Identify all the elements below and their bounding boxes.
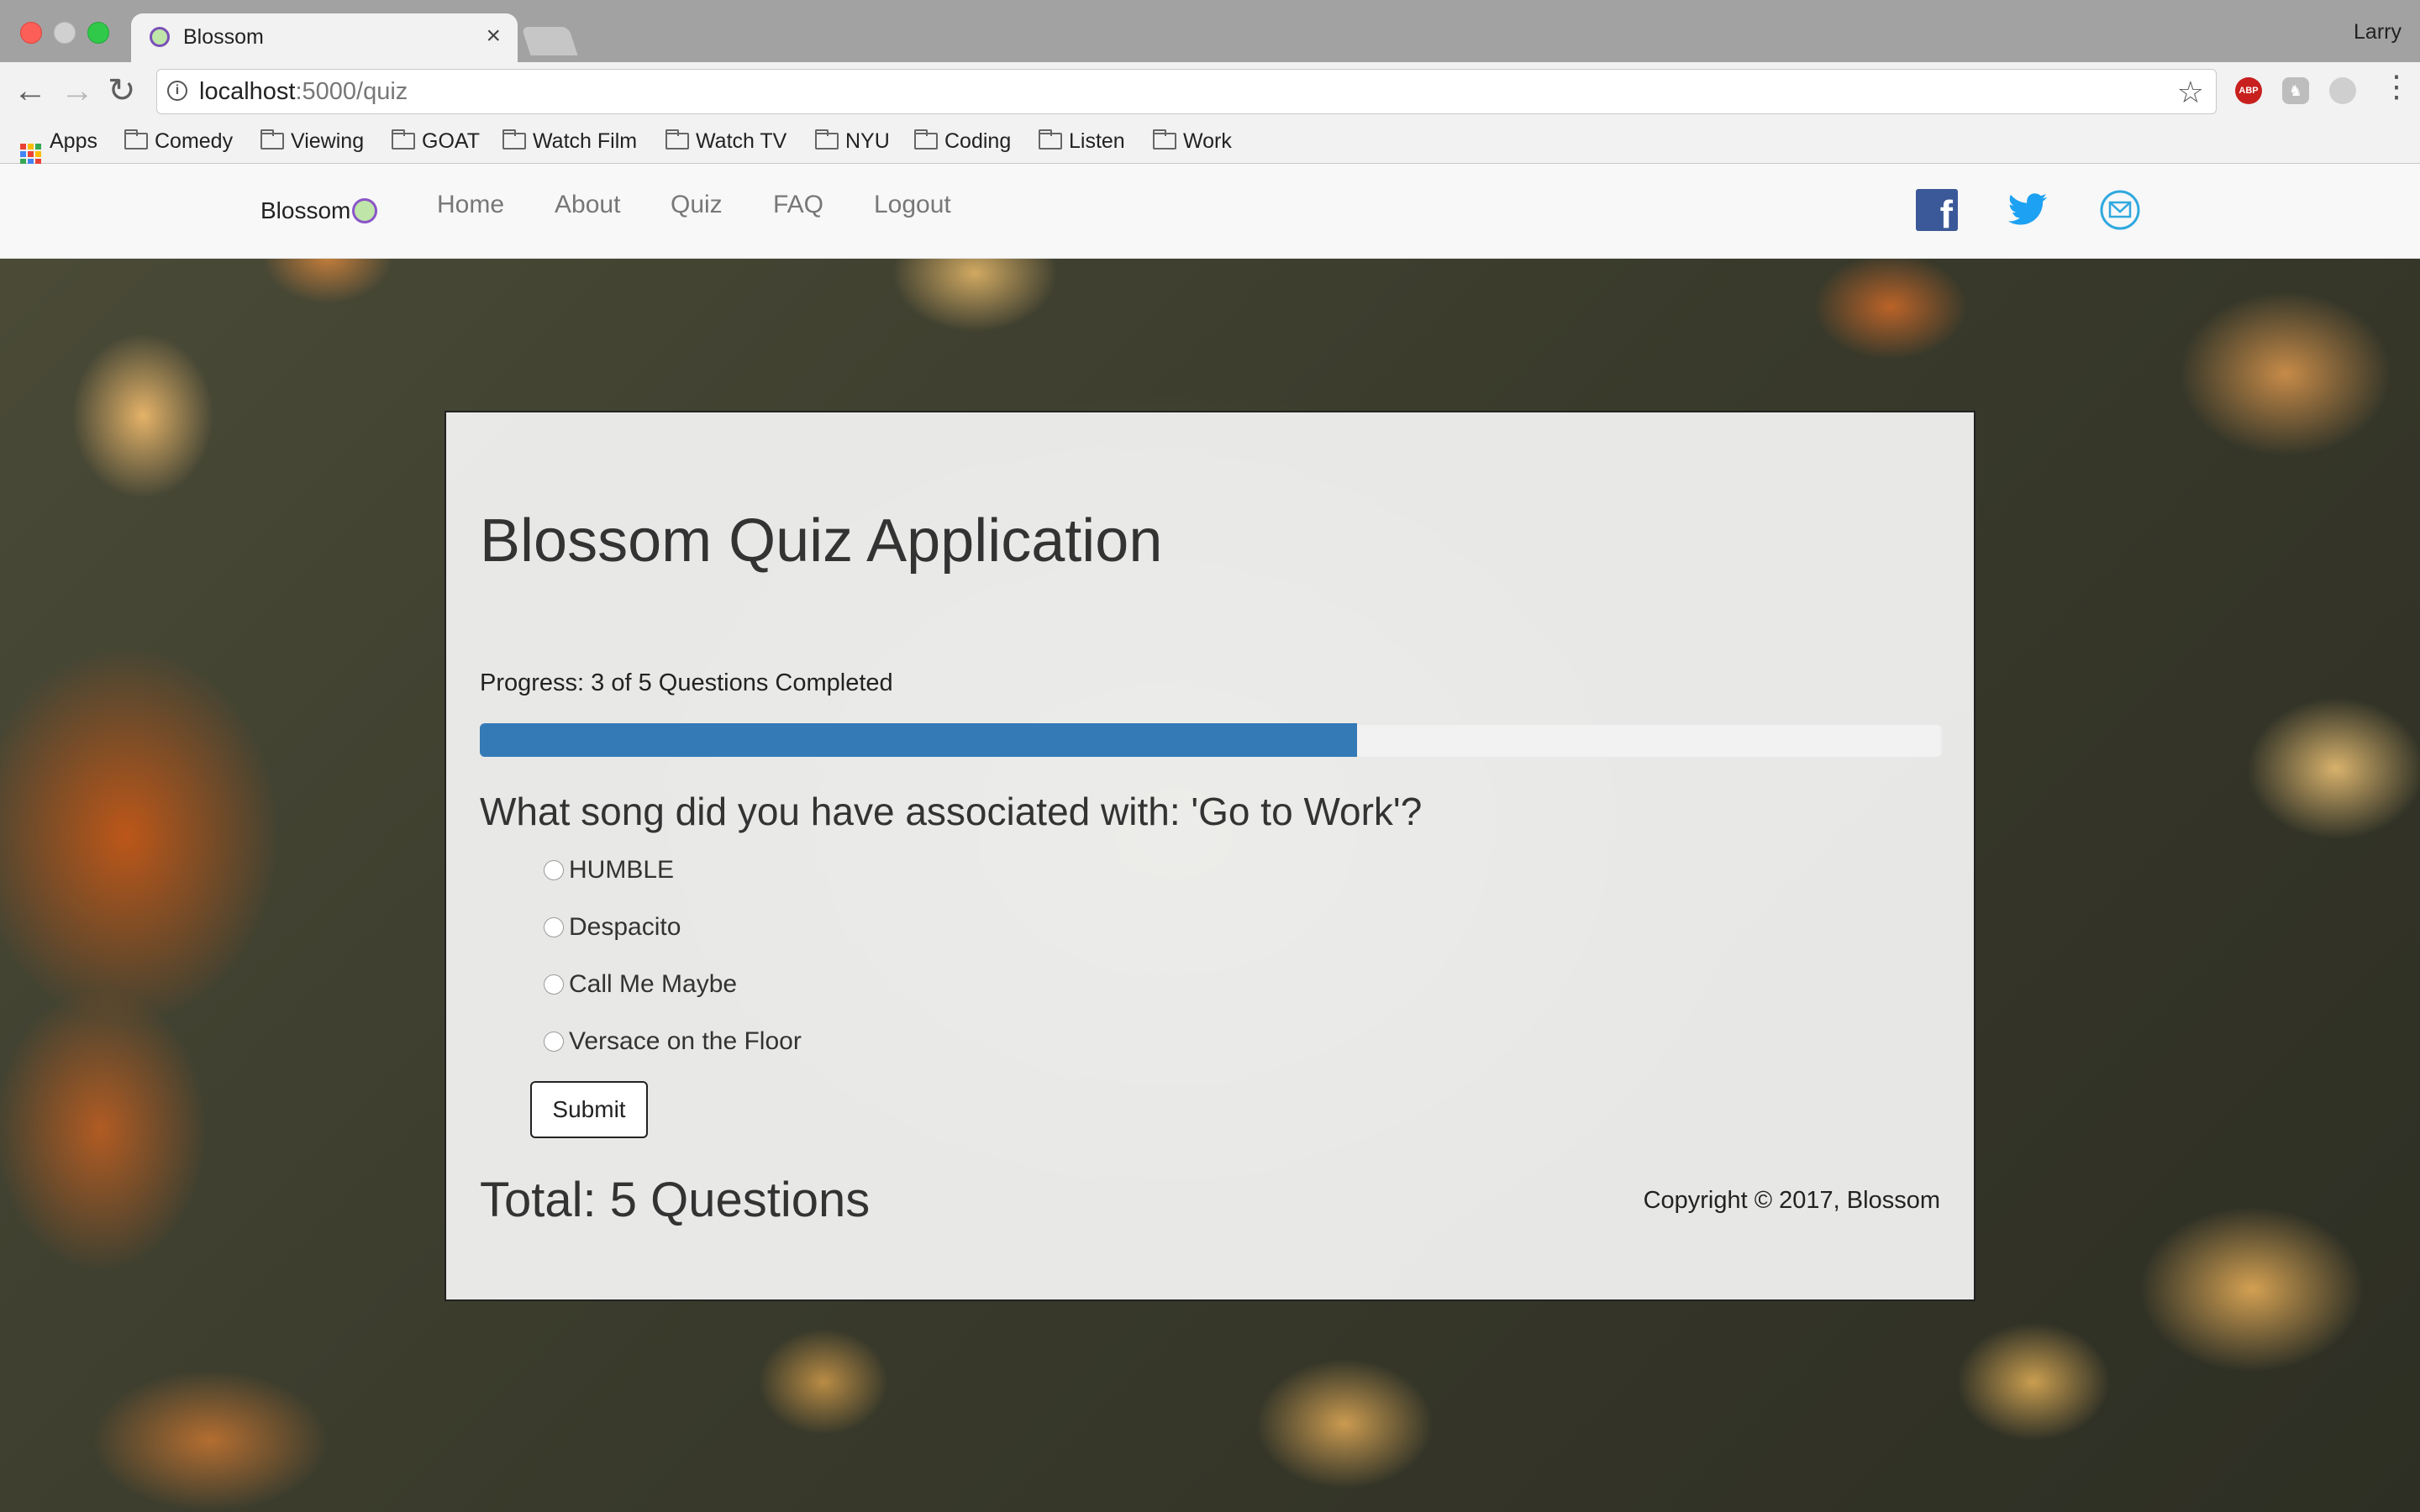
nav-faq[interactable]: FAQ [773,191,823,219]
reload-icon[interactable]: ↻ [108,74,136,108]
radio-button[interactable] [544,860,564,880]
radio-button[interactable] [544,917,564,937]
bookmark-label: Coding [944,129,1012,153]
total-questions: Total: 5 Questions [480,1173,871,1227]
url-text[interactable]: localhost:5000/quiz [199,78,408,106]
tab-title: Blossom [183,25,264,49]
folder-icon [666,129,689,150]
radio-button[interactable] [544,974,564,995]
bookmark-nyu[interactable]: NYU [815,129,890,158]
bookmarks-bar: Apps Comedy Viewing GOAT Watch Film Watc… [0,124,2420,165]
email-icon[interactable] [2099,189,2141,231]
react-extension-icon[interactable] [2329,77,2356,104]
folder-icon [815,129,839,150]
option-versace-on-the-floor[interactable]: Versace on the Floor [544,1027,802,1084]
browser-tabstrip: Blossom × Larry [0,0,2420,62]
progress-bar-fill [480,723,1357,757]
bookmark-label: Comedy [155,129,234,153]
folder-icon [124,129,148,150]
copyright-text: Copyright © 2017, Blossom [1643,1187,1940,1214]
extension-icon[interactable]: ♞ [2282,77,2309,104]
bookmark-label: Viewing [291,129,365,153]
browser-tab-active[interactable]: Blossom × [131,13,518,62]
adblock-extension-icon[interactable]: ABP [2235,77,2262,104]
close-window-button[interactable] [20,22,42,44]
profile-name[interactable]: Larry [2354,20,2402,45]
page-viewport: Blossom Home About Quiz FAQ Logout f Blo… [0,164,2420,1512]
info-icon[interactable]: i [167,81,187,101]
bookmark-watch-film[interactable]: Watch Film [502,129,637,158]
blossom-logo-icon [352,198,378,223]
facebook-icon[interactable]: f [1916,189,1958,231]
folder-icon [914,129,938,150]
option-call-me-maybe[interactable]: Call Me Maybe [544,970,802,1027]
minimize-window-button[interactable] [54,22,76,44]
site-navbar: Blossom Home About Quiz FAQ Logout f [0,164,2420,259]
nav-about[interactable]: About [555,191,620,219]
bookmark-label: Apps [50,129,97,153]
bookmark-viewing[interactable]: Viewing [260,129,364,158]
bookmark-goat[interactable]: GOAT [392,129,480,158]
option-label: HUMBLE [569,856,675,884]
tab-close-icon[interactable]: × [486,22,501,50]
bookmark-watch-tv[interactable]: Watch TV [666,129,786,158]
brand-link[interactable]: Blossom [260,197,378,224]
bookmark-label: NYU [845,129,890,153]
bookmark-label: Listen [1069,129,1125,153]
quiz-card: Blossom Quiz Application Progress: 3 of … [445,411,1975,1301]
option-humble[interactable]: HUMBLE [544,856,802,913]
bookmark-comedy[interactable]: Comedy [124,129,233,158]
option-label: Despacito [569,913,681,941]
bookmark-work[interactable]: Work [1153,129,1232,158]
twitter-icon[interactable] [2007,189,2049,231]
blossom-favicon-icon [150,27,170,47]
folder-icon [1153,129,1176,150]
bookmark-label: GOAT [422,129,480,153]
bookmark-label: Watch Film [533,129,638,153]
folder-icon [502,129,526,150]
folder-icon [260,129,284,150]
progress-bar [480,723,1942,757]
kebab-menu-icon[interactable]: ⋮ [2381,69,2412,104]
nav-home[interactable]: Home [437,191,504,219]
star-icon[interactable]: ☆ [2177,75,2204,110]
brand-name: Blossom [260,197,351,223]
arrow-right-icon[interactable]: → [60,74,94,108]
folder-icon [392,129,415,150]
answer-options: HUMBLE Despacito Call Me Maybe Versace o… [544,856,802,1084]
new-tab-button[interactable] [521,27,578,55]
bookmark-listen[interactable]: Listen [1039,129,1125,158]
bookmark-label: Work [1183,129,1232,153]
maximize-window-button[interactable] [87,22,109,44]
submit-button[interactable]: Submit [530,1081,648,1138]
url-path: :5000/quiz [295,78,408,105]
option-despacito[interactable]: Despacito [544,913,802,970]
arrow-left-icon[interactable]: ← [13,74,47,108]
bookmark-apps[interactable]: Apps [20,129,97,165]
radio-button[interactable] [544,1032,564,1052]
bookmark-coding[interactable]: Coding [914,129,1011,158]
page-title: Blossom Quiz Application [480,507,1163,575]
apps-grid-icon [20,144,41,165]
address-bar[interactable]: i localhost:5000/quiz ☆ [156,69,2217,114]
url-host: localhost [199,78,296,105]
progress-text: Progress: 3 of 5 Questions Completed [480,669,893,696]
option-label: Call Me Maybe [569,970,738,998]
browser-toolbar: ← → ↻ i localhost:5000/quiz ☆ ABP ♞ ⋮ [0,62,2420,124]
nav-logout[interactable]: Logout [874,191,951,219]
option-label: Versace on the Floor [569,1027,802,1055]
question-text: What song did you have associated with: … [480,790,1423,833]
bookmark-label: Watch TV [696,129,787,153]
nav-quiz[interactable]: Quiz [671,191,723,219]
folder-icon [1039,129,1062,150]
